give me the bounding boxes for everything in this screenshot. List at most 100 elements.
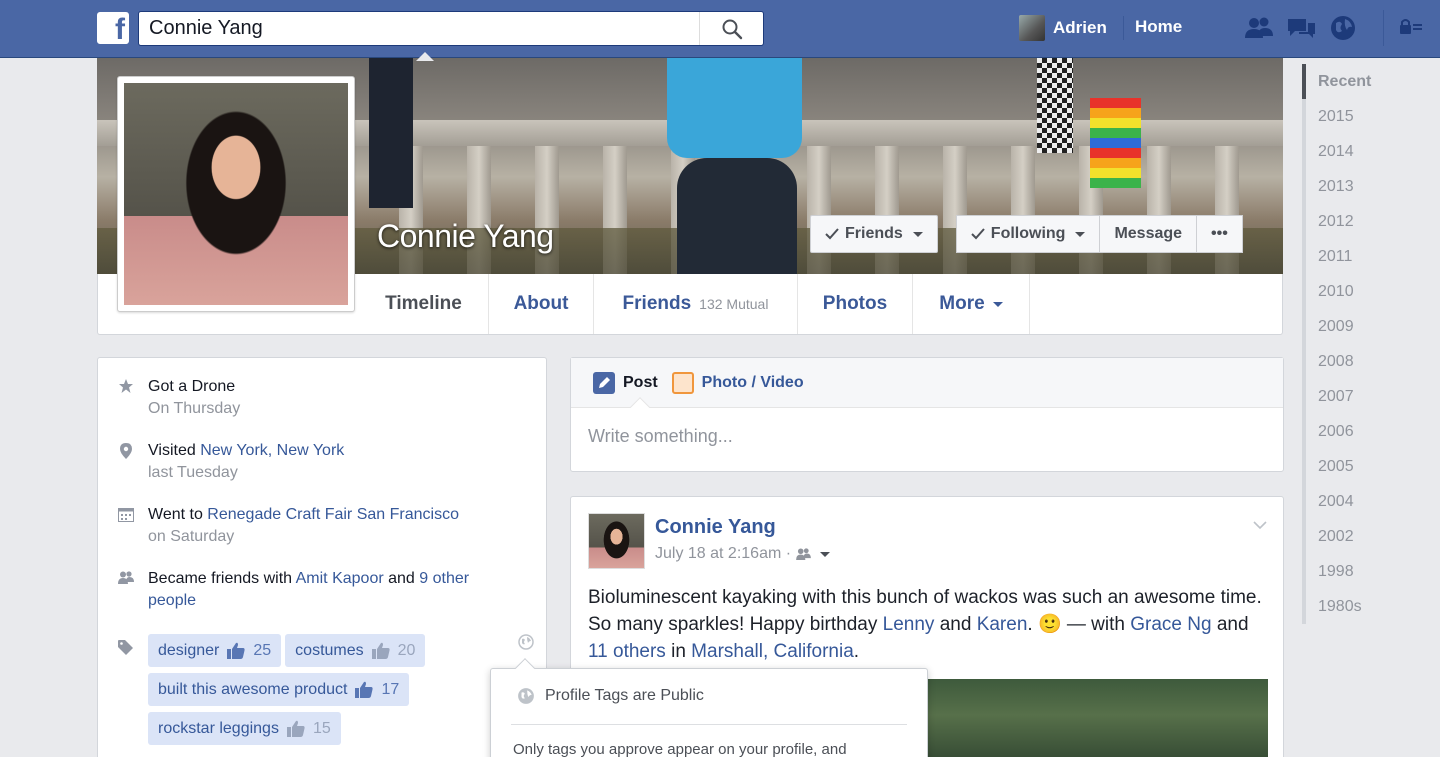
profile-tag[interactable]: rockstar leggings 15 <box>148 712 341 745</box>
thumbs-up-icon <box>371 642 390 659</box>
composer-photo-label: Photo / Video <box>701 373 804 391</box>
friend-requests-icon[interactable] <box>1244 14 1274 42</box>
privacy-shortcuts-icon[interactable] <box>1398 16 1424 41</box>
year-link[interactable]: 2015 <box>1302 99 1392 134</box>
year-link[interactable]: 2010 <box>1302 274 1392 309</box>
tagged-friend-link[interactable]: Lenny <box>883 614 935 635</box>
friend-link[interactable]: Amit Kapoor <box>296 570 384 587</box>
profile-picture[interactable] <box>117 76 355 312</box>
tab-label: Timeline <box>385 293 462 314</box>
year-link[interactable]: 2014 <box>1302 134 1392 169</box>
friends-icon <box>118 571 134 612</box>
composer-input[interactable]: Write something... <box>571 408 1283 447</box>
photo-icon <box>671 371 694 394</box>
location-link[interactable]: Marshall, California <box>691 641 854 662</box>
more-options-button[interactable]: ••• <box>1197 215 1243 253</box>
composer-tab-post[interactable]: Post <box>593 371 658 394</box>
search-button[interactable] <box>699 12 763 45</box>
friends-button[interactable]: Friends <box>810 215 938 253</box>
thumbs-up-icon <box>355 681 374 698</box>
post-text-part: — with <box>1061 614 1131 635</box>
tab-timeline[interactable]: Timeline <box>359 274 489 334</box>
place-link[interactable]: New York, New York <box>200 442 344 459</box>
year-link[interactable]: 2006 <box>1302 414 1392 449</box>
timeline-year-nav: Recent 2015 2014 2013 2012 2011 2010 2009 2008 20… <box>1302 64 1392 624</box>
cover-shirt <box>667 58 802 158</box>
post-author-avatar[interactable] <box>588 513 645 569</box>
tab-about[interactable]: About <box>489 274 594 334</box>
profile-name[interactable]: Connie Yang <box>377 218 554 255</box>
cover-figure <box>1037 58 1073 153</box>
tooltip-title: Profile Tags are Public <box>545 687 704 704</box>
facebook-logo[interactable]: f <box>97 12 129 44</box>
post-options-chevron-icon[interactable] <box>1253 517 1267 533</box>
activity-text: Went to Renegade Craft Fair San Francisc… <box>148 504 459 526</box>
year-link[interactable]: Recent <box>1302 64 1392 99</box>
composer-tab-photo-video[interactable]: Photo / Video <box>671 371 804 394</box>
search-input[interactable] <box>139 12 679 45</box>
post-timestamp[interactable]: July 18 at 2:16am · <box>655 545 791 563</box>
tag-label: costumes <box>295 641 364 659</box>
smiley-emoji: 🙂 <box>1037 614 1062 635</box>
activity-item: Became friends with Amit Kapoor and 9 ot… <box>118 568 528 612</box>
year-link[interactable]: 2005 <box>1302 449 1392 484</box>
year-link[interactable]: 1998 <box>1302 554 1392 589</box>
profile-tag[interactable]: costumes 20 <box>285 634 426 667</box>
post-author-name[interactable]: Connie Yang <box>655 516 776 539</box>
event-link[interactable]: Renegade Craft Fair San Francisco <box>207 506 459 523</box>
star-icon <box>118 379 134 420</box>
nav-divider <box>1123 16 1124 40</box>
top-navigation-bar: f Adrien Home <box>0 0 1440 58</box>
post-photo[interactable] <box>928 679 1268 757</box>
tooltip-body: Only tags you approve appear on your pro… <box>513 741 847 757</box>
tooltip-header: Profile Tags are Public <box>517 687 704 705</box>
nav-profile-link[interactable]: Adrien <box>1019 14 1107 42</box>
tag-count: 15 <box>312 719 331 737</box>
others-link[interactable]: 11 others <box>588 641 666 662</box>
profile-tag[interactable]: built this awesome product 17 <box>148 673 410 706</box>
following-button[interactable]: Following <box>955 215 1101 253</box>
tab-label: More <box>939 293 985 314</box>
post-meta: July 18 at 2:16am · <box>655 545 831 563</box>
profile-picture-image <box>124 83 348 305</box>
profile-tags-tooltip: Profile Tags are Public Only tags you ap… <box>490 658 928 757</box>
tab-photos[interactable]: Photos <box>798 274 913 334</box>
post-text-part: in <box>665 641 692 662</box>
year-link[interactable]: 2009 <box>1302 309 1392 344</box>
location-pin-icon <box>118 443 134 484</box>
year-link[interactable]: 2013 <box>1302 169 1392 204</box>
year-link[interactable]: 2011 <box>1302 239 1392 274</box>
year-link[interactable]: 2007 <box>1302 379 1392 414</box>
tab-friends[interactable]: Friends 132 Mutual <box>594 274 798 334</box>
activity-time: on Saturday <box>148 528 235 545</box>
tag-label: rockstar leggings <box>158 719 279 737</box>
post-text-part: and <box>934 614 977 635</box>
year-link[interactable]: 1980s <box>1302 589 1392 624</box>
tagged-friend-link[interactable]: Grace Ng <box>1130 614 1211 635</box>
chevron-down-icon <box>992 301 1003 307</box>
year-link[interactable]: 2004 <box>1302 484 1392 519</box>
nav-home-link[interactable]: Home <box>1135 17 1182 37</box>
profile-tag[interactable]: designer 25 <box>148 634 282 667</box>
globe-icon[interactable] <box>518 634 534 653</box>
tab-more[interactable]: More <box>913 274 1030 334</box>
tab-label: Photos <box>822 293 888 314</box>
mutual-friends-count: 132 Mutual <box>699 296 769 312</box>
year-link[interactable]: 2002 <box>1302 519 1392 554</box>
tagged-friend-link[interactable]: Karen <box>977 614 1028 635</box>
message-button[interactable]: Message <box>1100 215 1198 253</box>
audience-friends-icon[interactable] <box>796 548 811 560</box>
chevron-down-icon[interactable] <box>820 551 831 557</box>
post-text-part: . <box>853 641 860 662</box>
activity-text-joiner: and <box>383 570 420 587</box>
notifications-globe-icon[interactable] <box>1328 14 1358 42</box>
post-text: Bioluminescent kayaking with this bunch … <box>588 584 1268 665</box>
activity-time: On Thursday <box>148 400 241 417</box>
year-link[interactable]: 2012 <box>1302 204 1392 239</box>
year-link[interactable]: 2008 <box>1302 344 1392 379</box>
cover-pants <box>677 158 797 274</box>
nav-user-name: Adrien <box>1053 18 1107 37</box>
search-icon <box>722 19 742 39</box>
messages-icon[interactable] <box>1286 14 1316 42</box>
chevron-down-icon <box>912 231 923 237</box>
